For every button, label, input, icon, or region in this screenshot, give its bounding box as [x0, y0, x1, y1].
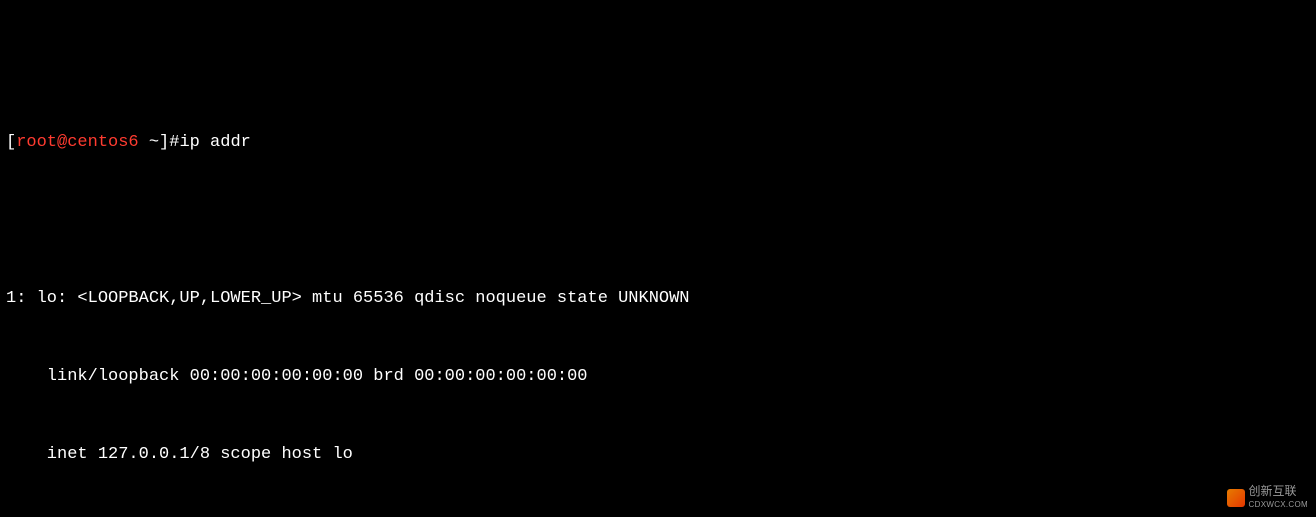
watermark-text: 创新互联 CDXWCX.COM: [1249, 485, 1308, 511]
prompt-open: [: [6, 133, 16, 152]
prompt-at: @: [57, 133, 67, 152]
prompt-path: ~: [139, 133, 159, 152]
prompt-host: centos6: [67, 133, 138, 152]
watermark-logo-icon: [1227, 489, 1245, 507]
iface-lo-inet: inet 127.0.0.1/8 scope host lo: [6, 442, 1310, 468]
prompt-close: ]: [159, 133, 169, 152]
watermark-brand: 创新互联: [1249, 485, 1297, 498]
iface-lo-link: link/loopback 00:00:00:00:00:00 brd 00:0…: [6, 364, 1310, 390]
command-ip-addr: ip addr: [179, 133, 250, 152]
watermark: 创新互联 CDXWCX.COM: [1227, 485, 1308, 511]
prompt-line-1: [root@centos6 ~]#ip addr: [6, 104, 1310, 182]
iface-lo-header: 1: lo: <LOOPBACK,UP,LOWER_UP> mtu 65536 …: [6, 286, 1310, 312]
prompt-hash: #: [169, 133, 179, 152]
terminal-window[interactable]: [root@centos6 ~]#ip addr 1: lo: <LOOPBAC…: [0, 0, 1316, 517]
watermark-sub: CDXWCX.COM: [1249, 498, 1308, 511]
prompt-user: root: [16, 133, 57, 152]
